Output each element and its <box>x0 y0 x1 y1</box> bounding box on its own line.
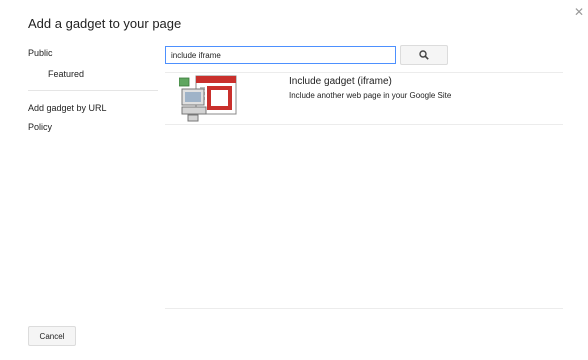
result-item[interactable]: Include gadget (iframe) Include another … <box>165 72 563 124</box>
iframe-gadget-icon <box>179 75 237 122</box>
results-bottom-divider <box>165 124 563 125</box>
sidebar-item-public[interactable]: Public <box>28 48 53 58</box>
sidebar-divider <box>28 90 158 91</box>
result-description: Include another web page in your Google … <box>289 91 452 100</box>
search-input[interactable] <box>165 46 396 64</box>
sidebar-item-add-gadget-by-url[interactable]: Add gadget by URL <box>28 103 107 113</box>
search-icon <box>419 50 429 60</box>
footer-divider <box>165 308 563 309</box>
result-title: Include gadget (iframe) <box>289 76 392 87</box>
close-icon[interactable]: ✕ <box>574 6 584 18</box>
sidebar-item-featured[interactable]: Featured <box>48 69 84 79</box>
sidebar-item-policy[interactable]: Policy <box>28 122 52 132</box>
search-button[interactable] <box>400 45 448 65</box>
dialog-title: Add a gadget to your page <box>28 16 182 31</box>
cancel-button[interactable]: Cancel <box>28 326 76 346</box>
